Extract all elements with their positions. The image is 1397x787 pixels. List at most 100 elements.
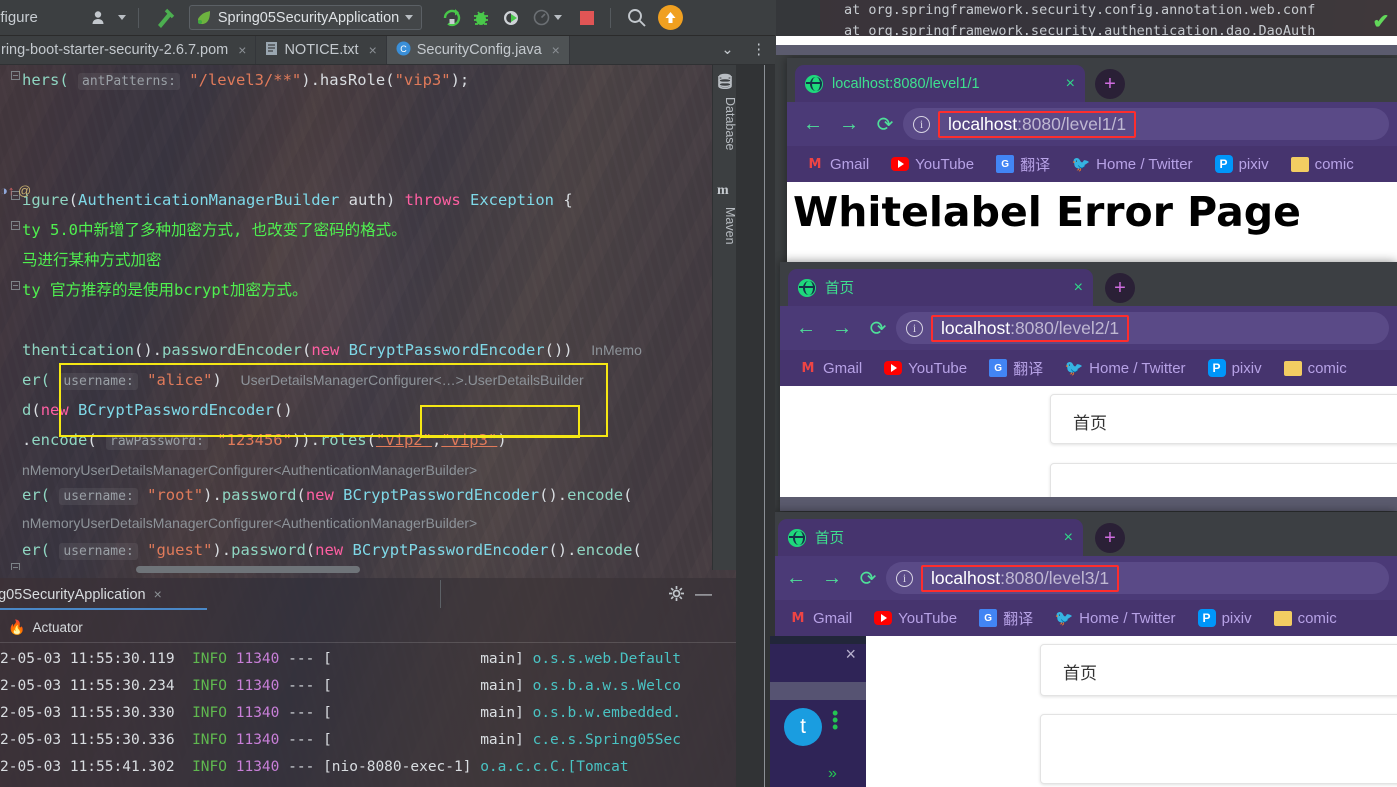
close-icon[interactable]: × <box>238 42 246 58</box>
bookmark-pixiv[interactable]: Ppixiv <box>1187 609 1263 627</box>
bookmark-gmail[interactable]: M Gmail <box>788 359 873 377</box>
actuator-row[interactable]: 🔥 Actuator <box>0 614 83 640</box>
close-icon[interactable]: × <box>1038 529 1073 547</box>
run-configuration-selector[interactable]: Spring05SecurityApplication <box>188 5 423 30</box>
folder-icon <box>1283 359 1302 377</box>
close-icon[interactable]: × <box>1040 75 1075 93</box>
bookmark-pixiv[interactable]: Ppixiv <box>1204 155 1280 173</box>
bookmark-label: 翻译 <box>1003 610 1034 628</box>
search-icon[interactable] <box>619 4 653 32</box>
bookmark-gmail[interactable]: M Gmail <box>778 609 863 627</box>
reload-button[interactable]: ⟳ <box>850 560 886 596</box>
close-icon[interactable]: × <box>1048 279 1083 297</box>
file-tab-securityconfig[interactable]: C SecurityConfig.java × <box>386 36 570 64</box>
new-tab-button[interactable]: + <box>1095 523 1125 553</box>
rerun-icon[interactable] <box>436 4 466 32</box>
drawer-band <box>770 682 866 700</box>
file-tab-pom[interactable]: ring-boot-starter-security-2.6.7.pom × <box>0 36 257 64</box>
configure-label[interactable]: nfigure <box>0 9 38 26</box>
tab-kebab-icon[interactable]: ⋮ <box>743 36 776 64</box>
gutter-annotation-icons[interactable]: ◑↑ @ <box>0 183 31 198</box>
code-editor[interactable]: hers( antPatterns: "/level3/**").hasRole… <box>0 65 712 570</box>
bookmark-home-twitter[interactable]: 🐦 Home / Twitter <box>1061 155 1203 174</box>
debug-bug-icon[interactable] <box>466 4 496 32</box>
forward-button[interactable]: → <box>814 560 850 596</box>
bookmark-youtube[interactable]: YouTube <box>863 609 968 627</box>
address-bar-1[interactable]: i localhost:8080/level1/1 <box>903 108 1389 140</box>
update-arrow-icon[interactable] <box>653 4 687 32</box>
code-highlight-roles <box>420 405 580 438</box>
back-button[interactable]: ← <box>778 560 814 596</box>
forward-button[interactable]: → <box>824 310 860 346</box>
browser-window-level2[interactable]: 首页 × + ← → ⟳ i localhost:8080/level2/1 M… <box>780 262 1397 511</box>
url-text[interactable]: localhost:8080/level3/1 <box>921 564 1120 592</box>
person-dropdown-caret-icon[interactable] <box>117 15 126 20</box>
maven-m-icon[interactable]: m <box>717 183 733 199</box>
new-tab-button[interactable]: + <box>1095 69 1125 99</box>
reload-button[interactable]: ⟳ <box>860 310 896 346</box>
sidebar-item-maven[interactable]: Maven <box>713 203 737 245</box>
twitter-icon: 🐦 <box>1071 156 1091 173</box>
database-icon[interactable] <box>717 73 733 90</box>
url-text[interactable]: localhost:8080/level2/1 <box>931 314 1130 342</box>
close-icon[interactable]: × <box>845 644 856 665</box>
bookmark-comic[interactable]: comic <box>1273 359 1358 377</box>
browser-tab-level3[interactable]: 首页 × <box>778 519 1083 556</box>
gmail-icon: M <box>791 610 805 626</box>
site-info-icon[interactable]: i <box>906 319 923 337</box>
file-tab-notice[interactable]: NOTICE.txt × <box>256 36 387 64</box>
back-button[interactable]: ← <box>795 106 831 142</box>
browser-tab-level1[interactable]: localhost:8080/level1/1 × <box>795 65 1085 102</box>
bookmark-label: YouTube <box>915 155 975 173</box>
bookmark-comic[interactable]: comic <box>1263 609 1348 627</box>
console-output[interactable]: 2-05-03 11:55:30.119 INFO 11340 --- [ ma… <box>0 646 736 781</box>
bookmark--[interactable]: G 翻译 <box>968 608 1044 629</box>
browser-tab-level2[interactable]: 首页 × <box>788 269 1093 306</box>
forward-button[interactable]: → <box>831 106 867 142</box>
inspection-status-ok-icon[interactable]: ✔ <box>1369 9 1393 33</box>
side-drawer[interactable]: × t • • • » <box>770 636 866 787</box>
address-bar-3[interactable]: i localhost:8080/level3/1 <box>886 562 1389 594</box>
tab-overflow-chevron-down-icon[interactable]: ⌄ <box>712 36 742 64</box>
address-bar-2[interactable]: i localhost:8080/level2/1 <box>896 312 1389 344</box>
browser-window-level1[interactable]: localhost:8080/level1/1 × + ← → ⟳ i loca… <box>787 58 1397 264</box>
bookmark-youtube[interactable]: YouTube <box>873 359 978 377</box>
expand-chevrons-icon[interactable]: » <box>828 765 837 783</box>
close-icon[interactable]: × <box>552 42 560 58</box>
bookmark-label: Home / Twitter <box>1089 359 1186 377</box>
settings-gear-icon[interactable] <box>669 586 684 605</box>
screen: nfigure Spring05SecurityApplication <box>0 0 1397 787</box>
avatar[interactable]: t <box>784 708 822 746</box>
bookmark-pixiv[interactable]: Ppixiv <box>1197 359 1273 377</box>
bookmark-comic[interactable]: comic <box>1280 155 1365 173</box>
back-button[interactable]: ← <box>788 310 824 346</box>
bookmarks-bar-2: M Gmail YouTube G 翻译 🐦 Home / Twitter Ppixiv com… <box>780 350 1397 386</box>
new-tab-button[interactable]: + <box>1105 273 1135 303</box>
hammer-icon[interactable] <box>147 4 183 32</box>
site-info-icon[interactable]: i <box>913 115 930 133</box>
sidebar-item-database[interactable]: Database <box>713 93 737 151</box>
bookmark--[interactable]: G 翻译 <box>978 358 1054 379</box>
run-tab-label[interactable]: ng05SecurityApplication × <box>0 586 162 603</box>
card-text: 首页 <box>1073 414 1107 434</box>
url-text[interactable]: localhost:8080/level1/1 <box>938 110 1137 138</box>
reload-button[interactable]: ⟳ <box>867 106 903 142</box>
stop-square-icon[interactable] <box>572 4 602 32</box>
person-icon[interactable] <box>86 4 116 32</box>
profiler-icon[interactable] <box>526 4 556 32</box>
editor-file-tabs: ring-boot-starter-security-2.6.7.pom × N… <box>0 36 775 65</box>
bookmark-gmail[interactable]: M Gmail <box>795 155 880 173</box>
kebab-icon[interactable]: • • • <box>832 704 838 736</box>
site-info-icon[interactable]: i <box>896 569 913 587</box>
run-panel-divider <box>440 580 441 608</box>
bookmark-home-twitter[interactable]: 🐦 Home / Twitter <box>1044 609 1186 628</box>
browser-window-level3[interactable]: 首页 × + ← → ⟳ i localhost:8080/level3/1 M… <box>770 512 1397 787</box>
run-config-caret-icon[interactable] <box>405 15 414 20</box>
bookmark--[interactable]: G 翻译 <box>985 154 1061 175</box>
bookmark-youtube[interactable]: YouTube <box>880 155 985 173</box>
bookmark-home-twitter[interactable]: 🐦 Home / Twitter <box>1054 359 1196 378</box>
minimize-icon[interactable]: — <box>695 584 712 604</box>
close-icon[interactable]: × <box>369 42 377 58</box>
run-with-coverage-icon[interactable] <box>496 4 526 32</box>
editor-horizontal-scrollbar[interactable] <box>136 566 360 573</box>
